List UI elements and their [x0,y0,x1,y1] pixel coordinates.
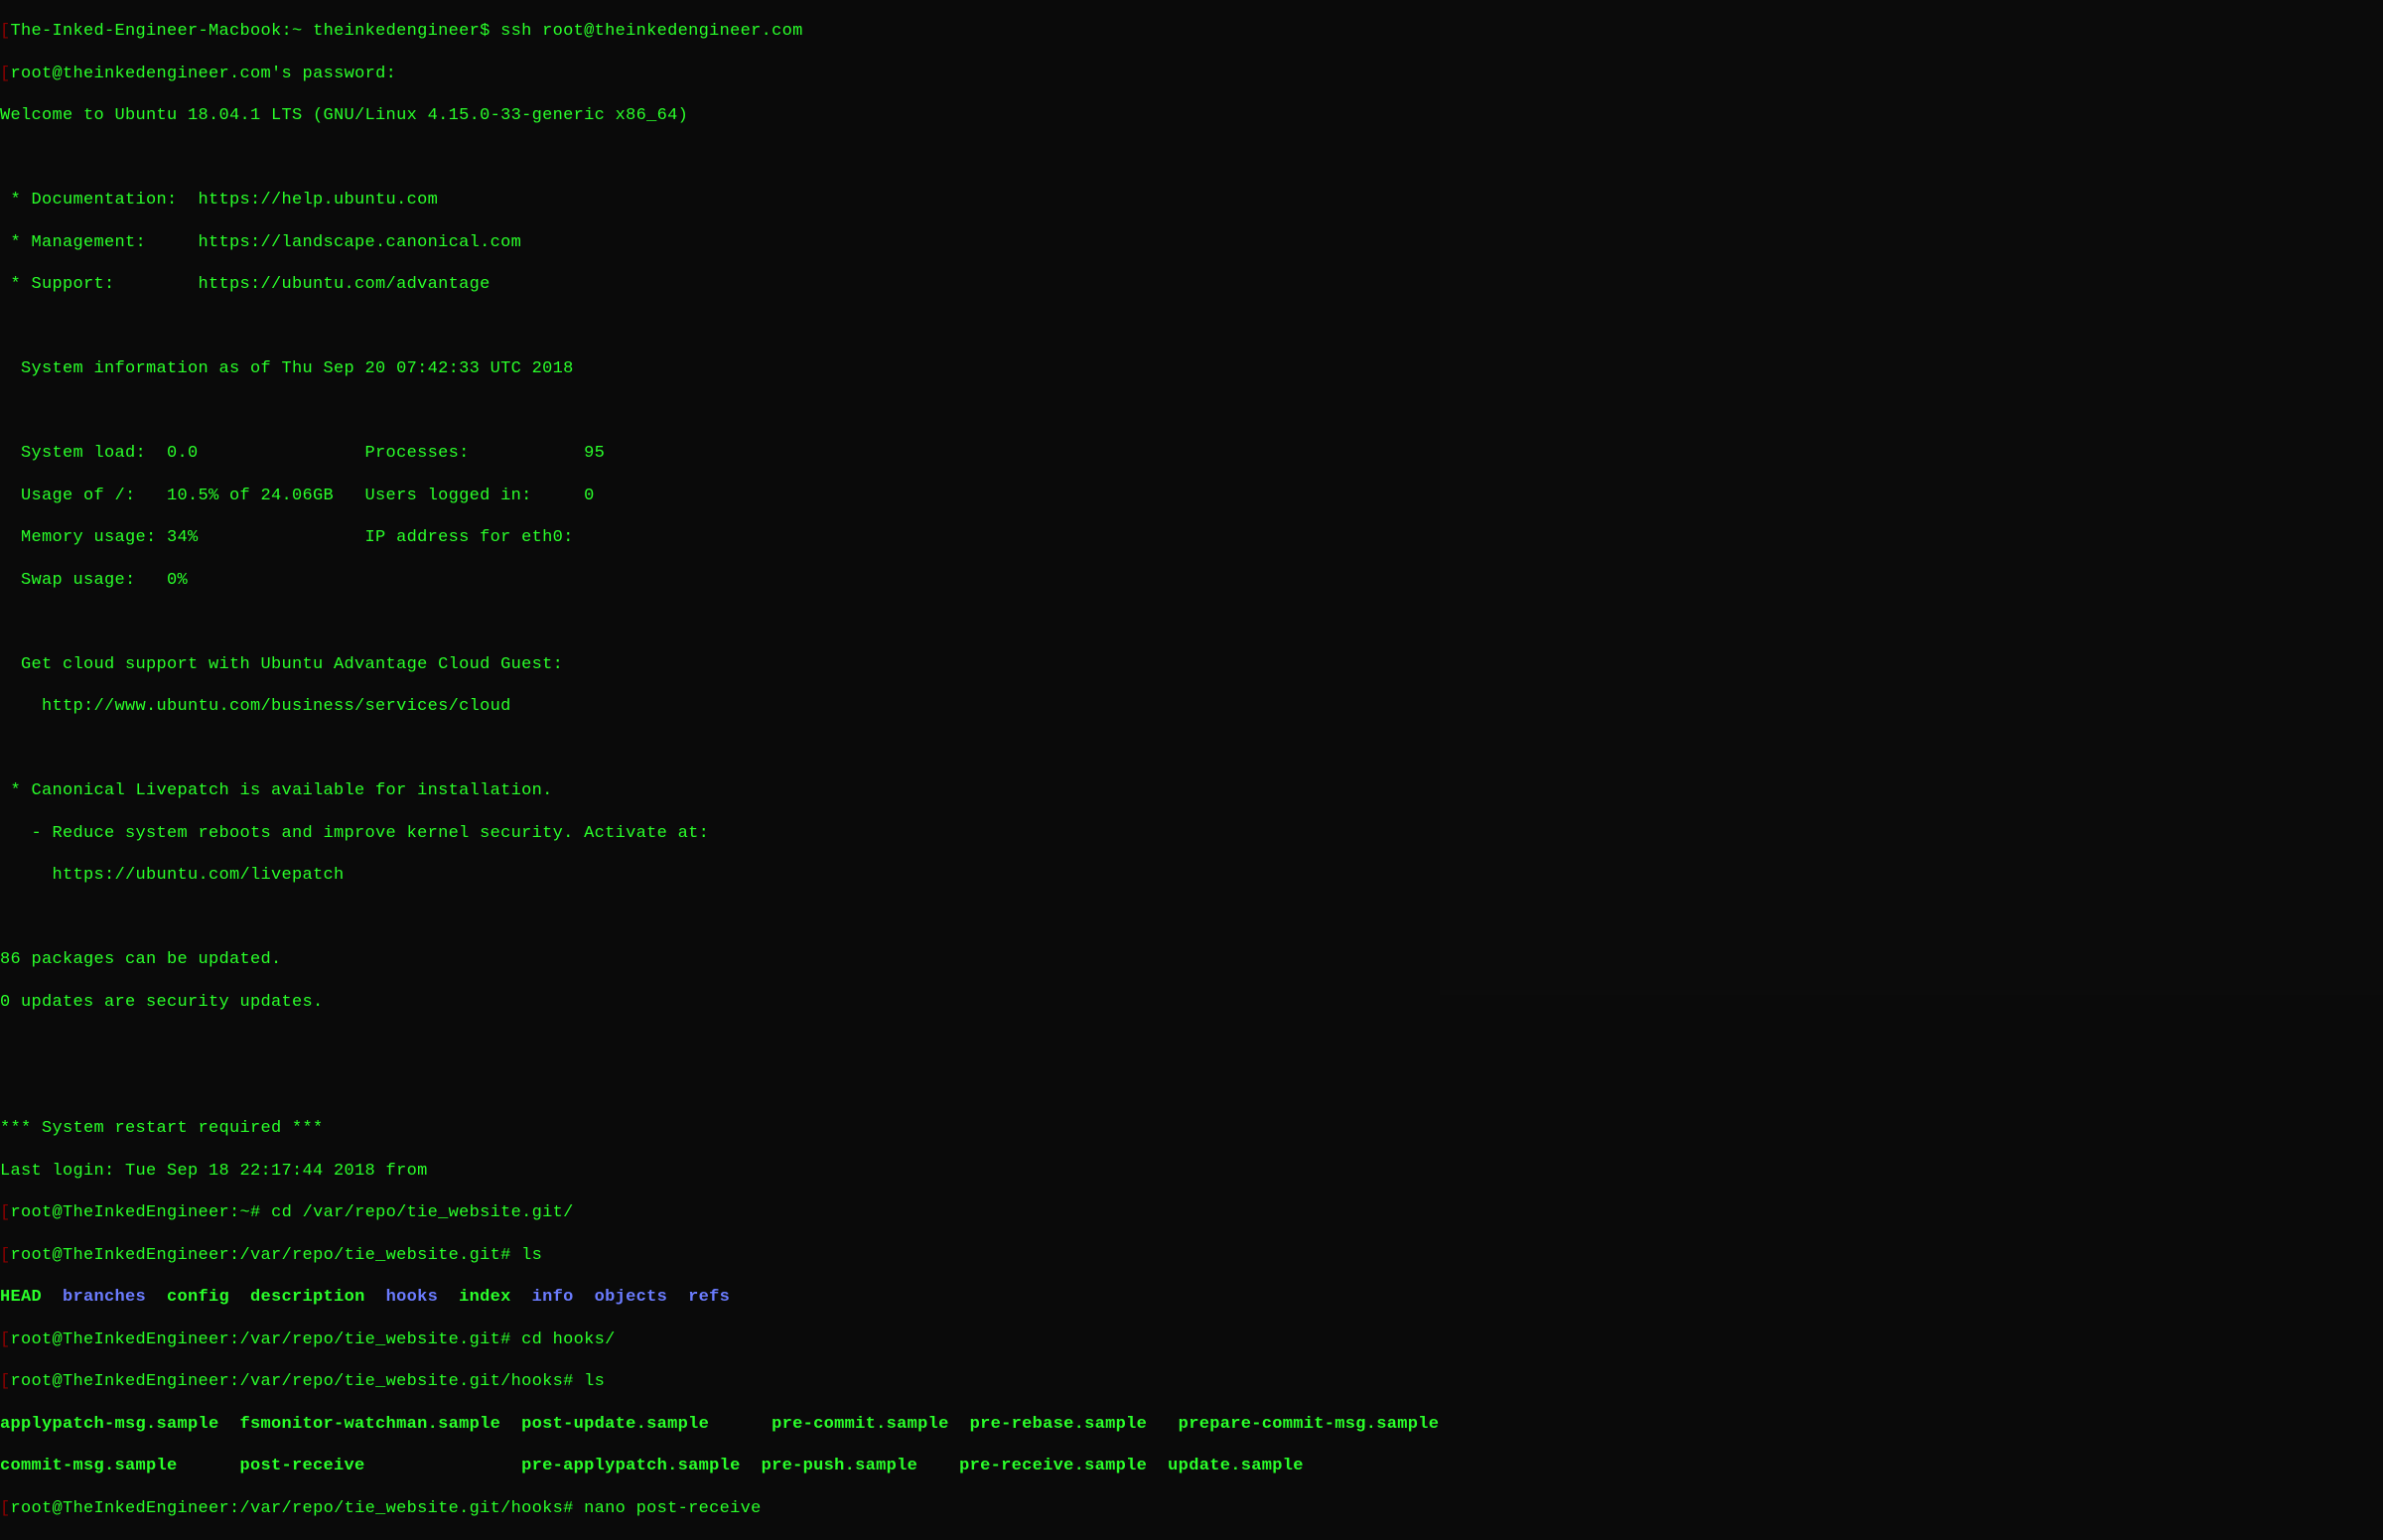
dir-branches: branches [63,1288,146,1307]
bracket-icon: [ [0,1372,11,1391]
ls-hooks-row1: applypatch-msg.sample fsmonitor-watchman… [0,1414,2383,1435]
ls-gap [574,1288,595,1307]
prompt-host: root@TheInkedEngineer:/var/repo/tie_webs… [11,1330,511,1349]
bracket-icon: [ [0,1499,11,1518]
line-cd-repo: [root@TheInkedEngineer:~# cd /var/repo/t… [0,1202,2383,1223]
line-ls-repo: [root@TheInkedEngineer:/var/repo/tie_web… [0,1245,2383,1266]
terminal-output[interactable]: [The-Inked-Engineer-Macbook:~ theinkeden… [0,0,2383,1540]
prompt-host: root@TheInkedEngineer:/var/repo/tie_webs… [11,1246,511,1265]
line-sysload: System load: 0.0 Processes: 95 [0,443,2383,464]
ls-files: config description [146,1288,386,1307]
line-cloud1: Get cloud support with Ubuntu Advantage … [0,654,2383,675]
dir-hooks: hooks [386,1288,439,1307]
bracket-icon: [ [0,1330,11,1349]
line-restart: *** System restart required *** [0,1118,2383,1139]
prompt-host: root@TheInkedEngineer:/var/repo/tie_webs… [11,1499,574,1518]
line-doc: * Documentation: https://help.ubuntu.com [0,190,2383,210]
ls-hooks-row2: commit-msg.sample post-receive pre-apply… [0,1456,2383,1476]
line-usage: Usage of /: 10.5% of 24.06GB Users logge… [0,486,2383,506]
dir-objects: objects [595,1288,668,1307]
command-text: ls [511,1246,543,1265]
line-password: [root@theinkedengineer.com's password: [0,64,2383,84]
line-cd-hooks: [root@TheInkedEngineer:/var/repo/tie_web… [0,1330,2383,1350]
command-text: cd /var/repo/tie_website.git/ [261,1203,574,1222]
bracket-icon: [ [0,1203,11,1222]
line-mgmt: * Management: https://landscape.canonica… [0,232,2383,253]
line-lastlogin: Last login: Tue Sep 18 22:17:44 2018 fro… [0,1161,2383,1182]
ssh-command: ssh root@theinkedengineer.com [491,22,803,41]
line-ssh: [The-Inked-Engineer-Macbook:~ theinkeden… [0,21,2383,42]
line-swap: Swap usage: 0% [0,570,2383,591]
blank-line [0,1034,2383,1054]
line-cloud2: http://www.ubuntu.com/business/services/… [0,696,2383,717]
line-livepatch3: https://ubuntu.com/livepatch [0,865,2383,886]
line-ls-hooks: [root@TheInkedEngineer:/var/repo/tie_web… [0,1371,2383,1392]
blank-line [0,1076,2383,1097]
dir-info: info [532,1288,574,1307]
bracket-icon: [ [0,1246,11,1265]
line-livepatch1: * Canonical Livepatch is available for i… [0,780,2383,801]
command-text: cd hooks/ [511,1330,616,1349]
password-prompt: root@theinkedengineer.com's password: [11,65,397,83]
bracket-icon: [ [0,22,11,41]
blank-line [0,401,2383,422]
mac-prompt: The-Inked-Engineer-Macbook:~ theinkedeng… [11,22,491,41]
blank-line [0,148,2383,169]
command-text: nano post-receive [574,1499,762,1518]
blank-line [0,317,2383,338]
line-livepatch2: - Reduce system reboots and improve kern… [0,823,2383,844]
ls-head: HEAD [0,1288,63,1307]
line-nano: [root@TheInkedEngineer:/var/repo/tie_web… [0,1498,2383,1519]
ls-gap [667,1288,688,1307]
bracket-icon: [ [0,65,11,83]
line-welcome: Welcome to Ubuntu 18.04.1 LTS (GNU/Linux… [0,105,2383,126]
blank-line [0,908,2383,928]
ls-output-repo: HEAD branches config description hooks i… [0,1287,2383,1308]
line-sysinfo-header: System information as of Thu Sep 20 07:4… [0,358,2383,379]
dir-refs: refs [688,1288,730,1307]
command-text: ls [574,1372,606,1391]
blank-line [0,612,2383,632]
prompt-host: root@TheInkedEngineer:~# [11,1203,261,1222]
line-support: * Support: https://ubuntu.com/advantage [0,274,2383,295]
line-mem: Memory usage: 34% IP address for eth0: [0,527,2383,548]
prompt-host: root@TheInkedEngineer:/var/repo/tie_webs… [11,1372,574,1391]
blank-line [0,739,2383,760]
ls-files: index [438,1288,532,1307]
line-pkg-updates: 86 packages can be updated. [0,949,2383,970]
